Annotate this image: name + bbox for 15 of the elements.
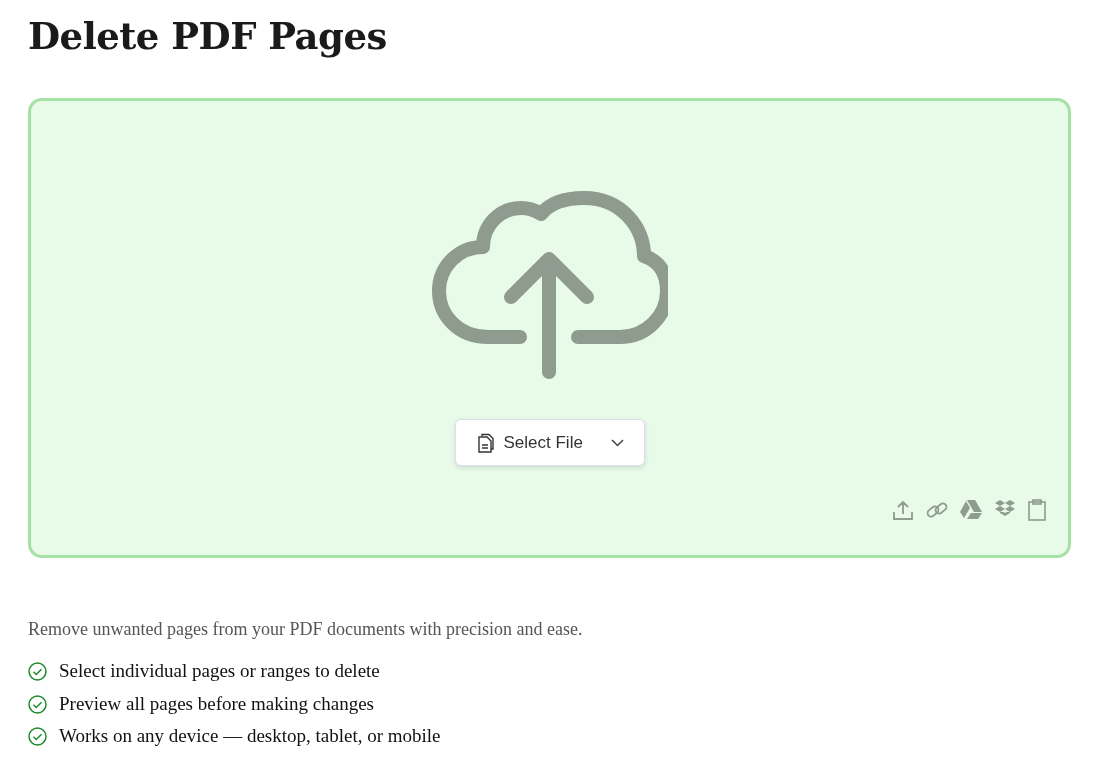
select-file-button[interactable]: Select File: [454, 419, 645, 467]
check-circle-icon: [28, 694, 47, 714]
chevron-down-icon: [610, 438, 624, 447]
feature-text: Preview all pages before making changes: [59, 691, 374, 716]
triangle-drive-icon[interactable]: [960, 499, 982, 520]
feature-text: Works on any device — desktop, tablet, or mobile: [59, 724, 441, 749]
description: Remove unwanted pages from your PDF documents with precision and ease.: [28, 618, 584, 642]
clipboard-icon[interactable]: [1028, 499, 1046, 522]
page-title: Delete PDF Pages: [28, 14, 388, 59]
check-circle-icon: [28, 727, 47, 747]
feature-text: Select individual pages or ranges to delete: [59, 659, 380, 684]
document-icon: [477, 432, 494, 453]
upload-icon[interactable]: [892, 499, 914, 522]
check-circle-icon: [28, 662, 47, 682]
upload-dropzone[interactable]: Select File: [28, 98, 1071, 559]
